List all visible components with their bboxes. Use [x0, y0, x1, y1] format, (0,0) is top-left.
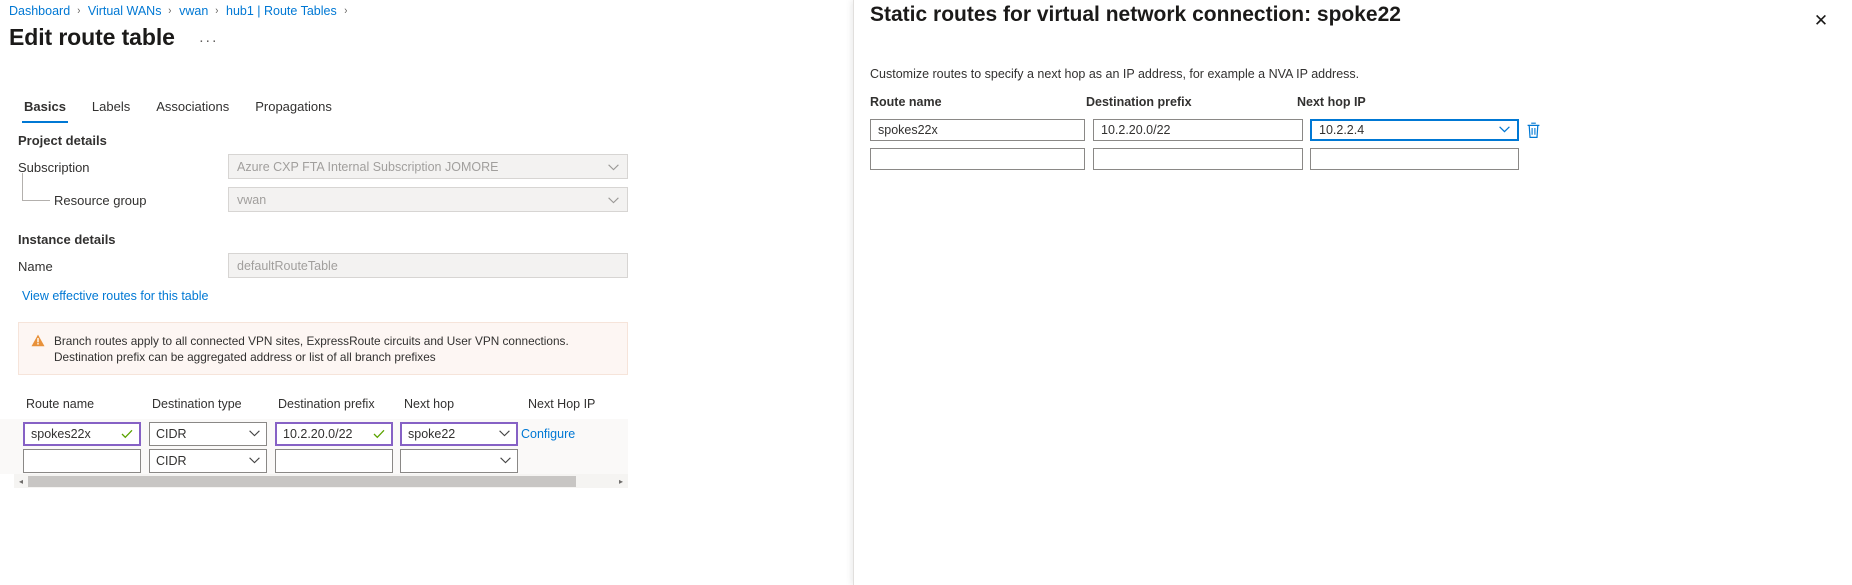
- next-hop-value-row-1: spoke22: [408, 427, 499, 441]
- tab-bar: Basics Labels Associations Propagations: [11, 95, 345, 123]
- resource-group-value: vwan: [237, 193, 266, 207]
- route-name-value-row-1: spokes22x: [31, 427, 117, 441]
- breadcrumb: Dashboard › Virtual WANs › vwan › hub1 |…: [9, 3, 354, 19]
- more-options-button[interactable]: ···: [195, 34, 223, 48]
- breadcrumb-separator-icon: ›: [216, 3, 219, 19]
- scrollbar-track[interactable]: [576, 476, 614, 487]
- name-input[interactable]: defaultRouteTable: [228, 253, 628, 278]
- view-effective-routes-link[interactable]: View effective routes for this table: [22, 289, 208, 303]
- routes-grid-horizontal-scrollbar[interactable]: ◂ ▸: [14, 474, 628, 488]
- pane-next-hop-ip-value-row-1: 10.2.2.4: [1319, 123, 1364, 137]
- pane-column-header-next-hop-ip: Next hop IP: [1297, 95, 1366, 109]
- destination-type-value-row-1: CIDR: [156, 427, 249, 441]
- pane-next-hop-ip-input-row-1[interactable]: 10.2.2.4: [1310, 119, 1519, 141]
- pane-next-hop-ip-input-row-2[interactable]: [1310, 148, 1519, 170]
- tab-propagations[interactable]: Propagations: [242, 95, 345, 123]
- pane-destination-prefix-input-row-1[interactable]: 10.2.20.0/22: [1093, 119, 1303, 141]
- destination-type-dropdown-row-2[interactable]: CIDR: [149, 449, 267, 473]
- resource-group-tree-connector: [22, 173, 50, 201]
- edit-route-table-blade: Dashboard › Virtual WANs › vwan › hub1 |…: [0, 0, 853, 585]
- scrollbar-thumb[interactable]: [28, 476, 576, 487]
- subscription-dropdown[interactable]: Azure CXP FTA Internal Subscription JOMO…: [228, 154, 628, 179]
- chevron-down-icon: [249, 429, 260, 440]
- page-title: Edit route table: [9, 24, 175, 51]
- breadcrumb-item-virtual-wans[interactable]: Virtual WANs: [88, 3, 162, 19]
- pane-destination-prefix-input-row-2[interactable]: [1093, 148, 1303, 170]
- tab-associations[interactable]: Associations: [143, 95, 242, 123]
- instance-details-heading: Instance details: [18, 232, 116, 247]
- pane-column-header-destination-prefix: Destination prefix: [1086, 95, 1192, 109]
- column-header-next-hop-ip: Next Hop IP: [528, 397, 595, 411]
- breadcrumb-separator-icon: ›: [77, 3, 80, 19]
- name-value: defaultRouteTable: [237, 259, 338, 273]
- scroll-left-arrow-icon[interactable]: ◂: [14, 477, 28, 486]
- static-routes-grid-header: Route name Destination prefix Next hop I…: [854, 95, 1554, 115]
- destination-type-dropdown-row-1[interactable]: CIDR: [149, 422, 267, 446]
- context-pane-title: Static routes for virtual network connec…: [870, 3, 1401, 27]
- breadcrumb-item-dashboard[interactable]: Dashboard: [9, 3, 70, 19]
- warning-triangle-icon: [31, 334, 45, 352]
- destination-prefix-value-row-1: 10.2.20.0/22: [283, 427, 369, 441]
- trash-icon[interactable]: [1526, 122, 1542, 140]
- tab-basics[interactable]: Basics: [11, 95, 79, 123]
- chevron-down-icon: [499, 429, 510, 440]
- next-hop-dropdown-row-1[interactable]: spoke22: [400, 422, 518, 446]
- pane-destination-prefix-value-row-1: 10.2.20.0/22: [1101, 123, 1171, 137]
- pane-route-name-value-row-1: spokes22x: [878, 123, 938, 137]
- routes-grid-body: spokes22x CIDR 10.2.20.0/22 spoke22: [0, 419, 628, 474]
- pane-route-name-input-row-1[interactable]: spokes22x: [870, 119, 1085, 141]
- chevron-down-icon: [249, 456, 260, 467]
- warning-banner-text: Branch routes apply to all connected VPN…: [54, 333, 617, 365]
- page-title-row: Edit route table ···: [9, 24, 222, 51]
- pane-column-header-route-name: Route name: [870, 95, 942, 109]
- resource-group-label: Resource group: [54, 193, 147, 208]
- close-icon[interactable]: ✕: [1808, 7, 1834, 33]
- route-name-input-row-2[interactable]: [23, 449, 141, 473]
- validation-check-icon: [373, 427, 385, 442]
- destination-prefix-input-row-2[interactable]: [275, 449, 393, 473]
- breadcrumb-separator-icon: ›: [169, 3, 172, 19]
- static-routes-context-pane: Static routes for virtual network connec…: [853, 0, 1852, 585]
- next-hop-dropdown-row-2[interactable]: [400, 449, 518, 473]
- azure-portal-screen: Dashboard › Virtual WANs › vwan › hub1 |…: [0, 0, 1852, 585]
- route-name-input-row-1[interactable]: spokes22x: [23, 422, 141, 446]
- pane-route-name-input-row-2[interactable]: [870, 148, 1085, 170]
- branch-routes-warning-banner: Branch routes apply to all connected VPN…: [18, 322, 628, 375]
- context-pane-description: Customize routes to specify a next hop a…: [870, 67, 1359, 81]
- project-details-heading: Project details: [18, 133, 107, 148]
- destination-prefix-input-row-1[interactable]: 10.2.20.0/22: [275, 422, 393, 446]
- chevron-down-icon[interactable]: [1499, 125, 1510, 136]
- chevron-down-icon: [500, 456, 511, 467]
- subscription-value: Azure CXP FTA Internal Subscription JOMO…: [237, 160, 498, 174]
- breadcrumb-item-hub1-route-tables[interactable]: hub1 | Route Tables: [226, 3, 337, 19]
- column-header-route-name: Route name: [26, 397, 94, 411]
- column-header-destination-prefix: Destination prefix: [278, 397, 375, 411]
- tab-labels[interactable]: Labels: [79, 95, 143, 123]
- scroll-right-arrow-icon[interactable]: ▸: [614, 477, 628, 486]
- column-header-destination-type: Destination type: [152, 397, 242, 411]
- destination-type-value-row-2: CIDR: [156, 454, 249, 468]
- resource-group-dropdown[interactable]: vwan: [228, 187, 628, 212]
- name-label: Name: [18, 259, 53, 274]
- validation-check-icon: [121, 427, 133, 442]
- breadcrumb-separator-icon: ›: [344, 3, 347, 19]
- routes-grid-header: Route name Destination type Destination …: [0, 397, 628, 419]
- configure-link-row-1[interactable]: Configure: [521, 427, 575, 441]
- chevron-down-icon: [608, 160, 619, 174]
- chevron-down-icon: [608, 193, 619, 207]
- breadcrumb-item-vwan[interactable]: vwan: [179, 3, 208, 19]
- column-header-next-hop: Next hop: [404, 397, 454, 411]
